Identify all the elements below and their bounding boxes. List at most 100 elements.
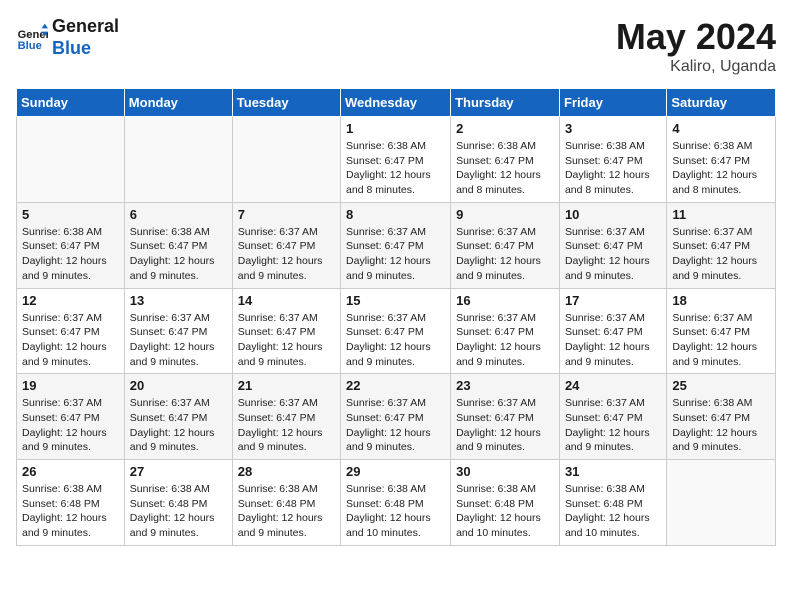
calendar-cell [667,460,776,546]
day-info: Sunrise: 6:38 AM Sunset: 6:47 PM Dayligh… [565,139,661,198]
day-info: Sunrise: 6:37 AM Sunset: 6:47 PM Dayligh… [456,225,554,284]
day-info: Sunrise: 6:37 AM Sunset: 6:47 PM Dayligh… [346,311,445,370]
day-number: 3 [565,121,661,136]
calendar-cell: 15Sunrise: 6:37 AM Sunset: 6:47 PM Dayli… [341,288,451,374]
calendar-week-row: 5 Sunrise: 6:38 AM Sunset: 6:47 PM Daylig… [17,202,776,288]
day-info: Sunrise: 6:37 AM Sunset: 6:47 PM Dayligh… [456,311,554,370]
day-number: 19 [22,378,119,393]
day-info: Sunrise: 6:38 AM Sunset: 6:48 PM Dayligh… [130,482,227,541]
logo-general: General [52,16,119,38]
day-info: Sunrise: 6:37 AM Sunset: 6:47 PM Dayligh… [346,225,445,284]
day-number: 10 [565,207,661,222]
calendar-cell: 12 Sunrise: 6:37 AM Sunset: 6:47 PM Dayli… [17,288,125,374]
calendar-cell: 10 Sunrise: 6:37 AM Sunset: 6:47 PM Dayli… [559,202,666,288]
title-block: May 2024 Kaliro, Uganda [616,16,776,76]
calendar-cell: 20 Sunrise: 6:37 AM Sunset: 6:47 PM Dayli… [124,374,232,460]
calendar-cell: 11 Sunrise: 6:37 AM Sunset: 6:47 PM Dayli… [667,202,776,288]
day-number: 1 [346,121,445,136]
day-number: 16 [456,293,554,308]
calendar-cell: 26 Sunrise: 6:38 AM Sunset: 6:48 PM Dayli… [17,460,125,546]
day-number: 30 [456,464,554,479]
day-number: 28 [238,464,335,479]
day-of-week-header: Thursday [451,89,560,117]
calendar-cell: 16 Sunrise: 6:37 AM Sunset: 6:47 PM Dayli… [451,288,560,374]
day-info: Sunrise: 6:38 AM Sunset: 6:47 PM Dayligh… [456,139,554,198]
calendar-cell: 5 Sunrise: 6:38 AM Sunset: 6:47 PM Daylig… [17,202,125,288]
day-number: 17 [565,293,661,308]
day-number: 27 [130,464,227,479]
calendar-cell [124,117,232,203]
day-of-week-header: Wednesday [341,89,451,117]
logo-blue: Blue [52,38,119,60]
calendar-cell: 27 Sunrise: 6:38 AM Sunset: 6:48 PM Dayli… [124,460,232,546]
day-number: 20 [130,378,227,393]
calendar-cell: 24Sunrise: 6:37 AM Sunset: 6:47 PM Dayli… [559,374,666,460]
day-number: 18 [672,293,770,308]
day-info: Sunrise: 6:37 AM Sunset: 6:47 PM Dayligh… [238,311,335,370]
day-info: Sunrise: 6:37 AM Sunset: 6:47 PM Dayligh… [130,311,227,370]
day-info: Sunrise: 6:37 AM Sunset: 6:47 PM Dayligh… [456,396,554,455]
day-info: Sunrise: 6:38 AM Sunset: 6:47 PM Dayligh… [22,225,119,284]
day-number: 8 [346,207,445,222]
day-number: 26 [22,464,119,479]
day-info: Sunrise: 6:37 AM Sunset: 6:47 PM Dayligh… [672,225,770,284]
calendar-week-row: 12 Sunrise: 6:37 AM Sunset: 6:47 PM Dayli… [17,288,776,374]
day-number: 4 [672,121,770,136]
day-number: 31 [565,464,661,479]
day-number: 9 [456,207,554,222]
calendar-week-row: 1 Sunrise: 6:38 AM Sunset: 6:47 PM Daylig… [17,117,776,203]
day-info: Sunrise: 6:37 AM Sunset: 6:47 PM Dayligh… [22,311,119,370]
calendar-cell: 19Sunrise: 6:37 AM Sunset: 6:47 PM Dayli… [17,374,125,460]
day-number: 2 [456,121,554,136]
day-of-week-header: Tuesday [232,89,340,117]
logo: General Blue General Blue [16,16,119,59]
logo-icon: General Blue [16,22,48,54]
calendar-cell [17,117,125,203]
calendar-week-row: 26 Sunrise: 6:38 AM Sunset: 6:48 PM Dayli… [17,460,776,546]
calendar-cell: 29 Sunrise: 6:38 AM Sunset: 6:48 PM Dayli… [341,460,451,546]
day-info: Sunrise: 6:38 AM Sunset: 6:47 PM Dayligh… [130,225,227,284]
calendar-cell: 18Sunrise: 6:37 AM Sunset: 6:47 PM Dayli… [667,288,776,374]
day-of-week-header: Sunday [17,89,125,117]
day-info: Sunrise: 6:38 AM Sunset: 6:47 PM Dayligh… [672,139,770,198]
day-number: 11 [672,207,770,222]
calendar-cell: 1 Sunrise: 6:38 AM Sunset: 6:47 PM Daylig… [341,117,451,203]
day-number: 21 [238,378,335,393]
day-of-week-header: Saturday [667,89,776,117]
calendar-cell: 14 Sunrise: 6:37 AM Sunset: 6:47 PM Dayli… [232,288,340,374]
day-info: Sunrise: 6:38 AM Sunset: 6:47 PM Dayligh… [672,396,770,455]
day-number: 13 [130,293,227,308]
day-info: Sunrise: 6:37 AM Sunset: 6:47 PM Dayligh… [565,225,661,284]
day-number: 14 [238,293,335,308]
calendar-cell: 23Sunrise: 6:37 AM Sunset: 6:47 PM Dayli… [451,374,560,460]
calendar-cell: 6Sunrise: 6:38 AM Sunset: 6:47 PM Daylig… [124,202,232,288]
day-info: Sunrise: 6:37 AM Sunset: 6:47 PM Dayligh… [130,396,227,455]
day-number: 22 [346,378,445,393]
calendar-cell [232,117,340,203]
calendar-table: SundayMondayTuesdayWednesdayThursdayFrid… [16,88,776,546]
day-info: Sunrise: 6:37 AM Sunset: 6:47 PM Dayligh… [238,396,335,455]
calendar-cell: 7 Sunrise: 6:37 AM Sunset: 6:47 PM Daylig… [232,202,340,288]
svg-text:Blue: Blue [18,40,42,52]
day-number: 12 [22,293,119,308]
month-title: May 2024 [616,16,776,58]
day-of-week-header: Monday [124,89,232,117]
day-number: 29 [346,464,445,479]
day-info: Sunrise: 6:37 AM Sunset: 6:47 PM Dayligh… [238,225,335,284]
day-info: Sunrise: 6:38 AM Sunset: 6:47 PM Dayligh… [346,139,445,198]
day-info: Sunrise: 6:38 AM Sunset: 6:48 PM Dayligh… [22,482,119,541]
location: Kaliro, Uganda [616,58,776,76]
calendar-cell: 4 Sunrise: 6:38 AM Sunset: 6:47 PM Daylig… [667,117,776,203]
calendar-cell: 13 Sunrise: 6:37 AM Sunset: 6:47 PM Dayli… [124,288,232,374]
day-number: 24 [565,378,661,393]
calendar-cell: 17Sunrise: 6:37 AM Sunset: 6:47 PM Dayli… [559,288,666,374]
day-number: 7 [238,207,335,222]
calendar-cell: 31Sunrise: 6:38 AM Sunset: 6:48 PM Dayli… [559,460,666,546]
day-number: 5 [22,207,119,222]
day-info: Sunrise: 6:38 AM Sunset: 6:48 PM Dayligh… [346,482,445,541]
calendar-cell: 3 Sunrise: 6:38 AM Sunset: 6:47 PM Daylig… [559,117,666,203]
calendar-week-row: 19 Sunrise: 6:37 AM Sunset: 6:47 PM Dayli… [17,374,776,460]
calendar-cell: 21 Sunrise: 6:37 AM Sunset: 6:47 PM Dayli… [232,374,340,460]
page-header: General Blue General Blue May 2024 Kalir… [16,16,776,76]
calendar-cell: 8 Sunrise: 6:37 AM Sunset: 6:47 PM Daylig… [341,202,451,288]
